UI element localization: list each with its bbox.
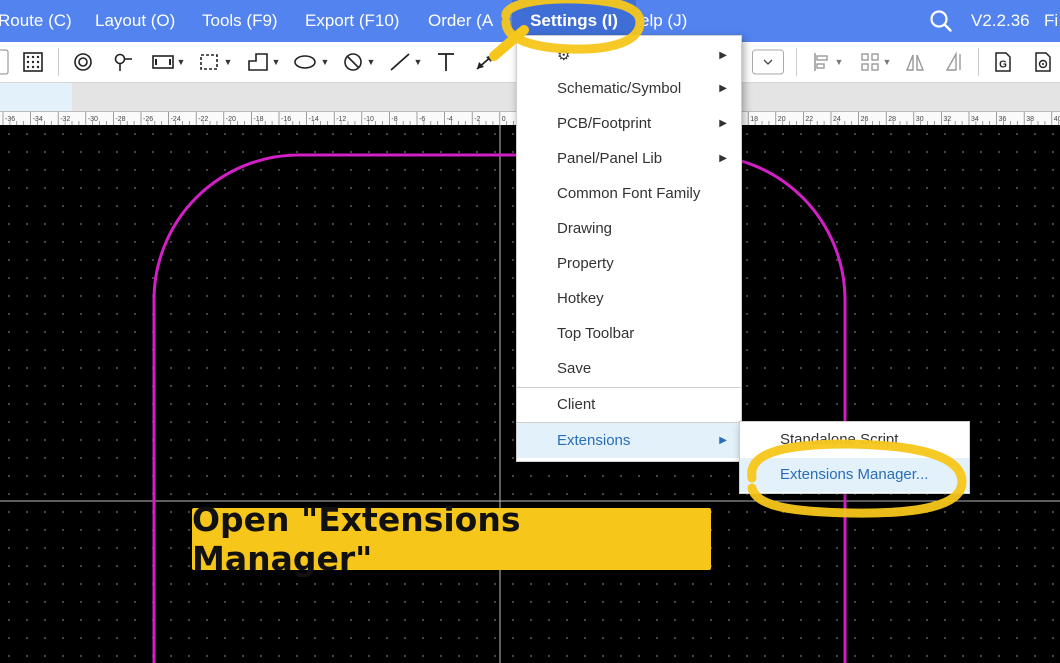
toolbar-separator — [58, 48, 59, 76]
menu-layout[interactable]: Layout (O) — [95, 0, 185, 42]
ruler-tick-label: 24 — [833, 116, 841, 123]
menu-route[interactable]: Route (C) — [0, 0, 76, 42]
version-label: V2.2.36 — [971, 11, 1030, 30]
ruler-highlight — [0, 83, 72, 111]
text-icon[interactable] — [432, 48, 460, 76]
menu-item-client[interactable]: Client — [517, 387, 741, 422]
pin-icon[interactable] — [110, 48, 136, 76]
menu-export[interactable]: Export (F10) — [305, 0, 409, 42]
no-symbol-icon[interactable]: ▼ — [338, 48, 378, 76]
menu-item-pcb-footprint[interactable]: PCB/Footprint ▶ — [517, 106, 741, 141]
gerber-icon[interactable]: G — [990, 48, 1016, 76]
ruler-tick-label: 20 — [778, 116, 786, 123]
ruler-tick-label: 32 — [943, 116, 951, 123]
ruler-tick-label: -2 — [474, 116, 480, 123]
settings-menu: ⚙ ▶ Schematic/Symbol ▶ PCB/Footprint ▶ Pane… — [516, 35, 742, 462]
ruler-tick-label: -8 — [391, 116, 397, 123]
ruler-tick-label: 40 — [1054, 116, 1060, 123]
menu-item-top-toolbar[interactable]: Top Toolbar — [517, 316, 741, 351]
distribute-icon[interactable]: ▼ — [855, 48, 895, 76]
grid-icon[interactable] — [20, 48, 46, 76]
menu-file-truncated[interactable]: Fi — [1044, 0, 1060, 42]
tutorial-callout: Open "Extensions Manager" — [192, 500, 711, 578]
menu-order[interactable]: Order (A — [428, 0, 506, 42]
menu-item-panel-lib[interactable]: Panel/Panel Lib ▶ — [517, 141, 741, 176]
menu-item-property[interactable]: Property — [517, 246, 741, 281]
rect-icon[interactable]: ▼ — [148, 48, 188, 76]
ruler-tick-label: 0 — [502, 116, 506, 123]
menu-tools[interactable]: Tools (F9) — [202, 0, 288, 42]
flip-horizontal-icon[interactable] — [902, 48, 928, 76]
menu-item-schematic-symbol[interactable]: Schematic/Symbol ▶ — [517, 71, 741, 106]
dashed-rect-icon[interactable]: ▼ — [195, 48, 235, 76]
menu-item-common-font-family[interactable]: Common Font Family — [517, 176, 741, 211]
menu-item-extensions[interactable]: Extensions ▶ — [517, 423, 741, 458]
ruler-tick-label: 38 — [1026, 116, 1034, 123]
svg-text:G: G — [999, 60, 1007, 71]
polyline-icon[interactable]: ▼ — [243, 48, 283, 76]
ruler-tick-label: 34 — [971, 116, 979, 123]
align-icon[interactable]: ▼ — [807, 48, 847, 76]
menu-item-system[interactable]: ⚙ ▶ — [517, 38, 741, 73]
ruler-tick-label: 26 — [861, 116, 869, 123]
ruler-tick-label: 30 — [916, 116, 924, 123]
ruler-tick-label: -6 — [419, 116, 425, 123]
ruler-tick-label: -4 — [447, 116, 453, 123]
menu-item-drawing[interactable]: Drawing — [517, 211, 741, 246]
menu-item-hotkey[interactable]: Hotkey — [517, 281, 741, 316]
ruler-tick-label: 22 — [805, 116, 813, 123]
flip-vertical-icon[interactable] — [941, 48, 967, 76]
ruler-tick-label: 18 — [750, 116, 758, 123]
toolbar-partial-field[interactable] — [0, 48, 10, 76]
toolbar-separator — [796, 48, 797, 76]
ellipse-icon[interactable]: ▼ — [290, 48, 332, 76]
ruler-tick-label: 28 — [888, 116, 896, 123]
extensions-submenu: Standalone Script Extensions Manager... — [739, 421, 970, 494]
toolbar-separator — [978, 48, 979, 76]
search-icon[interactable] — [929, 0, 955, 42]
target-icon[interactable] — [70, 48, 96, 76]
gear-icon[interactable] — [1030, 48, 1056, 76]
menu-item-save[interactable]: Save — [517, 351, 741, 386]
submenu-item-extensions-manager[interactable]: Extensions Manager... — [740, 458, 969, 492]
dropdown-select[interactable] — [752, 48, 784, 76]
submenu-item-standalone-script[interactable]: Standalone Script — [740, 423, 969, 457]
dimension-icon[interactable] — [470, 48, 500, 76]
line-icon[interactable]: ▼ — [385, 48, 425, 76]
ruler-tick-label: 36 — [999, 116, 1007, 123]
